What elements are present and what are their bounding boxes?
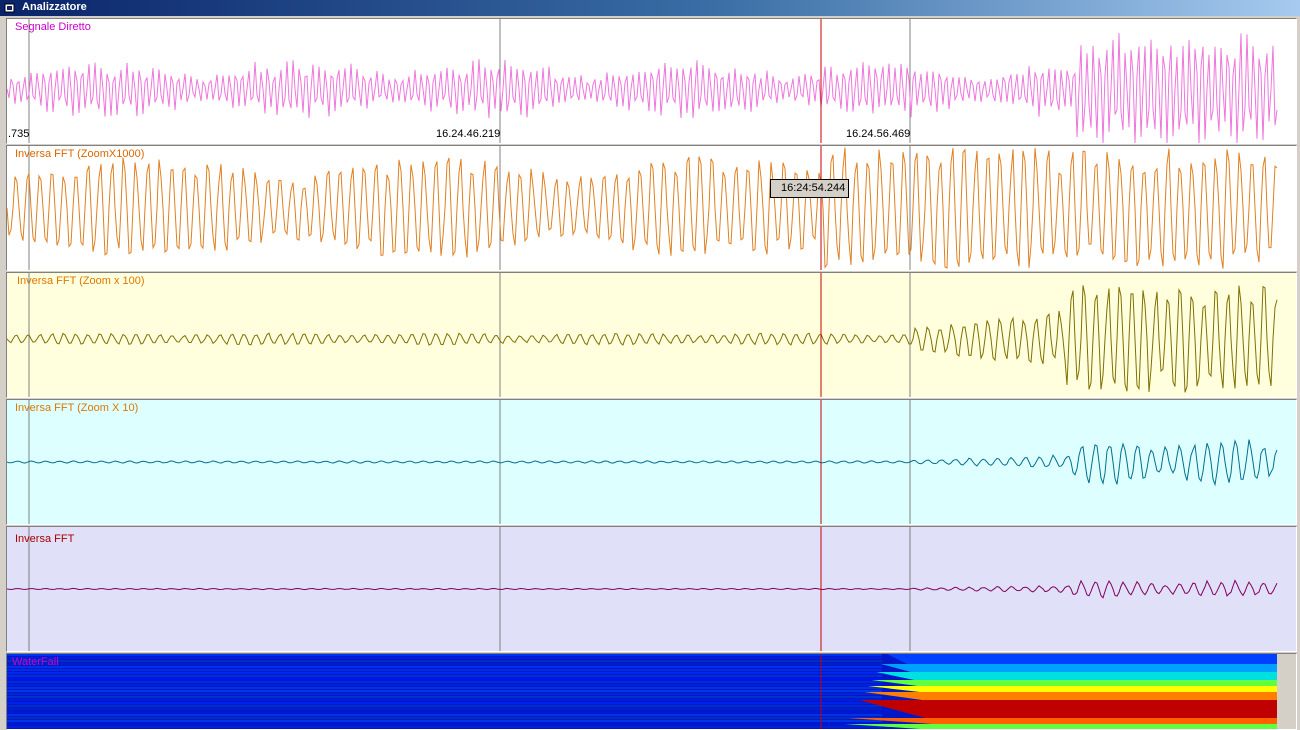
- spectrum-band: [7, 681, 882, 683]
- cursor-time-tooltip: 16:24:54.244: [770, 179, 850, 198]
- waveform-trace: [7, 147, 1278, 269]
- spectrum-band: [7, 696, 882, 698]
- timestamp-right: 16.24.56.469: [846, 128, 911, 140]
- spectrum-energy: [848, 718, 1277, 724]
- panel-label: Segnale Diretto: [15, 21, 91, 33]
- spectrum-band: [7, 657, 882, 659]
- segnale-diretto-plot: [7, 19, 1278, 143]
- panel-label: Inversa FFT (Zoom X 10): [15, 402, 139, 414]
- spectrum-band: [7, 714, 882, 716]
- spectrum-band: [7, 654, 882, 656]
- spectrum-band: [7, 726, 882, 728]
- spectrum-energy: [887, 654, 1277, 664]
- inversa-fft-panel[interactable]: Inversa FFT: [6, 526, 1297, 652]
- zoom100-panel[interactable]: Inversa FFT (Zoom x 100): [6, 272, 1297, 398]
- panel-label: Inversa FFT: [15, 533, 75, 545]
- segnale-diretto-panel[interactable]: Segnale Diretto .735 16.24.46.219 16.24.…: [6, 18, 1297, 144]
- waterfall-panel[interactable]: WaterFall: [6, 653, 1297, 730]
- waveform-trace: [7, 579, 1278, 599]
- spectrum-band: [7, 669, 882, 671]
- spectrum-energy: [871, 680, 1277, 686]
- spectrum-band: [7, 666, 882, 668]
- waveform-trace: [7, 439, 1278, 487]
- panel-label: Inversa FFT (Zoom x 100): [17, 275, 145, 287]
- spectrum-band: [7, 723, 882, 725]
- spectrum-energy: [845, 724, 1277, 729]
- spectrum-band: [7, 720, 882, 722]
- spectrum-energy: [859, 700, 1277, 718]
- spectrum-band: [7, 702, 882, 704]
- spectrum-band: [7, 684, 882, 686]
- spectrum-energy: [867, 686, 1277, 692]
- spectrum-band: [7, 705, 882, 707]
- spectrum-energy: [881, 664, 1277, 672]
- waveform-trace: [7, 285, 1278, 393]
- spectrum-band: [7, 687, 882, 689]
- timestamp-left: .735: [8, 128, 30, 140]
- panel-label: WaterFall: [12, 656, 59, 668]
- panel-label: Inversa FFT (ZoomX1000): [15, 148, 145, 160]
- zoom1000-plot: [7, 146, 1278, 270]
- app-icon: [4, 3, 15, 13]
- zoom10-plot: [7, 400, 1278, 524]
- inversa-fft-plot: [7, 527, 1278, 651]
- spectrum-band: [7, 678, 882, 680]
- waterfall-plot: [7, 654, 1296, 729]
- timestamp-mid: 16.24.46.219: [436, 128, 501, 140]
- spectrum-band: [7, 717, 882, 719]
- spectrum-band: [7, 660, 882, 662]
- waterfall-margin: [1277, 654, 1296, 729]
- zoom1000-panel[interactable]: Inversa FFT (ZoomX1000) 16:24:54.244: [6, 145, 1297, 271]
- window-title: Analizzatore: [22, 1, 87, 13]
- spectrum-energy: [876, 672, 1277, 680]
- title-bar[interactable]: Analizzatore: [0, 0, 1300, 16]
- zoom100-plot: [7, 273, 1278, 397]
- spectrum-band: [7, 675, 882, 677]
- spectrum-band: [7, 672, 882, 674]
- spectrum-energy: [864, 692, 1277, 700]
- zoom10-panel[interactable]: Inversa FFT (Zoom X 10): [6, 399, 1297, 525]
- spectrum-band: [7, 711, 882, 713]
- spectrum-band: [7, 699, 882, 701]
- spectrum-band: [7, 693, 882, 695]
- spectrum-band: [7, 708, 882, 710]
- spectrum-band: [7, 663, 882, 665]
- waveform-trace: [7, 33, 1278, 143]
- spectrum-band: [7, 690, 882, 692]
